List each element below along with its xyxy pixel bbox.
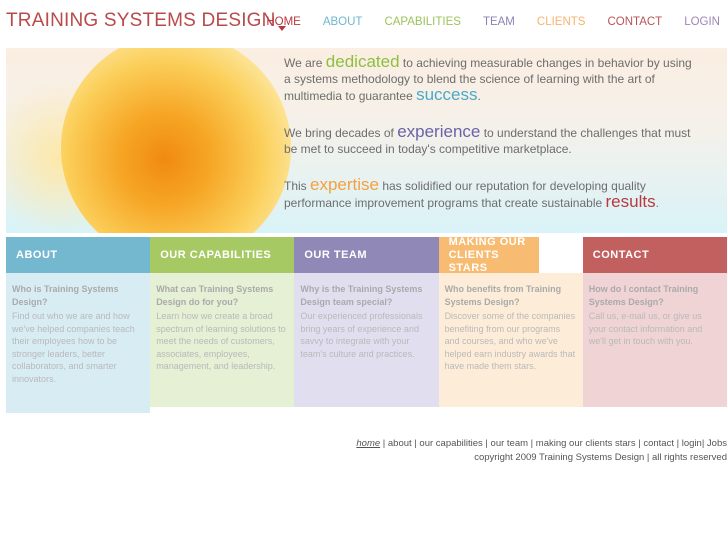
- card-body: Who is Training Systems Design? Find out …: [6, 273, 151, 413]
- card-text: Call us, e-mail us, or give us your cont…: [588, 311, 703, 346]
- card-question: Who is Training Systems Design?: [12, 284, 119, 307]
- card-header[interactable]: ABOUT: [6, 237, 151, 273]
- card-contact[interactable]: CONTACT How do I contact Training System…: [582, 237, 727, 413]
- card-body: What can Training Systems Design do for …: [150, 273, 295, 407]
- card-question: Why is the Training Systems Design team …: [300, 284, 423, 307]
- footer-link-contact[interactable]: contact: [643, 438, 674, 449]
- card-text: Find out who we are and how we've helped…: [12, 311, 135, 384]
- card-question: Who benefits from Training Systems Desig…: [444, 284, 562, 307]
- nav-capabilities[interactable]: CAPABILITIES: [384, 16, 460, 28]
- card-text: Discover some of the companies benefitin…: [444, 311, 576, 371]
- highlight-dedicated: dedicated: [325, 52, 400, 71]
- hero-paragraph-3: This expertise has solidified our reputa…: [284, 175, 694, 211]
- hero-paragraph-2: We bring decades of experience to unders…: [284, 122, 694, 157]
- footer-link-capabilities[interactable]: our capabilities: [419, 438, 482, 449]
- nav-login[interactable]: LOGIN: [684, 16, 720, 28]
- highlight-experience: experience: [397, 122, 481, 141]
- card-about[interactable]: ABOUT Who is Training Systems Design? Fin…: [6, 237, 151, 413]
- footer-links: home | about | our capabilities | our te…: [356, 438, 727, 449]
- footer-link-about[interactable]: about: [388, 438, 412, 449]
- card-question: How do I contact Training Systems Design…: [588, 284, 699, 307]
- highlight-expertise: expertise: [310, 175, 379, 194]
- card-capabilities[interactable]: OUR CAPABILITIES What can Training Syste…: [150, 237, 295, 413]
- card-header[interactable]: OUR TEAM: [294, 237, 439, 273]
- hero-text: We are dedicated to achieving measurable…: [284, 52, 694, 231]
- card-clients[interactable]: MAKING OUR CLIENTS STARS Who benefits fr…: [438, 236, 583, 413]
- card-header[interactable]: OUR CAPABILITIES: [150, 237, 295, 273]
- footer-link-clients[interactable]: making our clients stars: [536, 438, 636, 449]
- footer-link-login[interactable]: login: [682, 438, 702, 449]
- text: .: [477, 89, 481, 103]
- highlight-success: success: [416, 85, 478, 104]
- card-body: How do I contact Training Systems Design…: [582, 273, 727, 407]
- section-cards: ABOUT Who is Training Systems Design? Fin…: [6, 236, 727, 413]
- hero-banner: We are dedicated to achieving measurable…: [6, 48, 727, 233]
- card-team[interactable]: OUR TEAM Why is the Training Systems Des…: [294, 237, 439, 413]
- text: We bring decades of: [284, 126, 398, 140]
- footer: home | about | our capabilities | our te…: [356, 437, 727, 465]
- site-logo[interactable]: TRAINING SYSTEMS DESIGN: [6, 10, 276, 32]
- card-question: What can Training Systems Design do for …: [156, 284, 274, 307]
- card-header[interactable]: MAKING OUR CLIENTS STARS: [438, 236, 539, 274]
- text: .: [655, 196, 659, 210]
- text: This: [284, 179, 311, 193]
- highlight-results: results: [605, 192, 656, 211]
- card-body: Why is the Training Systems Design team …: [294, 273, 439, 407]
- card-text: Our experienced professionals bring year…: [300, 311, 423, 359]
- nav-team[interactable]: TEAM: [483, 16, 515, 28]
- footer-link-home[interactable]: home: [356, 438, 380, 449]
- card-header[interactable]: CONTACT: [582, 237, 727, 273]
- hero-paragraph-1: We are dedicated to achieving measurable…: [284, 52, 694, 104]
- card-text: Learn how we create a broad spectrum of …: [156, 311, 286, 371]
- nav-contact[interactable]: CONTACT: [607, 16, 662, 28]
- nav-about[interactable]: ABOUT: [323, 16, 363, 28]
- copyright: copyright 2009 Training Systems Design |…: [474, 452, 727, 463]
- main-nav: HOME ABOUT CAPABILITIES TEAM CLIENTS CON…: [244, 16, 720, 31]
- nautilus-shell-image: [61, 48, 291, 233]
- footer-link-team[interactable]: our team: [491, 438, 529, 449]
- text: We are: [284, 56, 326, 70]
- nav-clients[interactable]: CLIENTS: [537, 16, 586, 28]
- footer-link-jobs[interactable]: Jobs: [707, 438, 727, 449]
- card-body: Who benefits from Training Systems Desig…: [438, 273, 583, 407]
- nav-home[interactable]: HOME: [266, 16, 301, 31]
